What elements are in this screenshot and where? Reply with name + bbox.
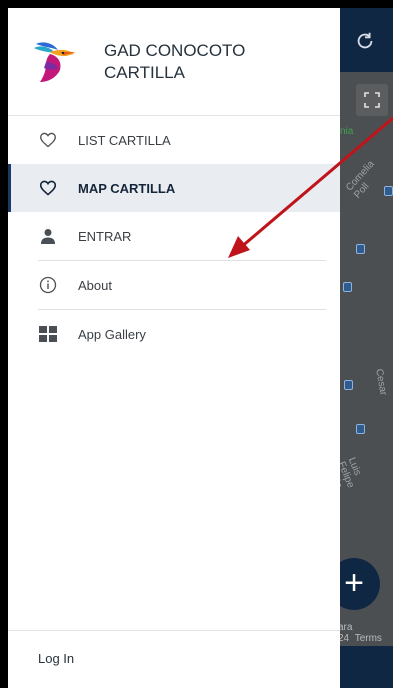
add-fab-button[interactable]: + xyxy=(340,558,380,610)
map-label: Luis Felipe Borja xyxy=(340,456,363,491)
app-title-line: GAD CONOCOTO xyxy=(104,41,246,60)
background-app: nia Comelia Poll Cesar Luis Felipe Borja… xyxy=(340,8,393,688)
login-link[interactable]: Log In xyxy=(38,651,74,666)
terms-link[interactable]: Terms xyxy=(355,633,382,644)
screen-frame: nia Comelia Poll Cesar Luis Felipe Borja… xyxy=(0,0,393,688)
bus-stop-marker[interactable] xyxy=(343,282,352,292)
map-label: Cesar xyxy=(373,368,389,397)
menu-item-about[interactable]: About xyxy=(8,261,340,309)
menu-item-list-cartilla[interactable]: LIST CARTILLA xyxy=(8,116,340,164)
map-label: 24 xyxy=(340,633,350,644)
drawer-header: GAD CONOCOTO CARTILLA xyxy=(8,8,340,116)
app-title: GAD CONOCOTO CARTILLA xyxy=(104,40,324,84)
menu-item-label: App Gallery xyxy=(78,326,146,342)
info-icon xyxy=(38,275,58,295)
bus-stop-marker[interactable] xyxy=(384,186,393,196)
grid-icon xyxy=(38,324,58,344)
user-icon xyxy=(38,226,58,246)
navigation-drawer: GAD CONOCOTO CARTILLA LIST CARTILLA MAP … xyxy=(8,8,340,688)
bus-stop-marker[interactable] xyxy=(356,244,365,254)
menu-item-map-cartilla[interactable]: MAP CARTILLA xyxy=(8,164,340,212)
menu-item-label: MAP CARTILLA xyxy=(78,180,176,196)
map-label: ara xyxy=(340,622,353,633)
menu-item-entrar[interactable]: ENTRAR xyxy=(8,212,340,260)
fullscreen-button[interactable] xyxy=(356,84,388,116)
app-top-bar xyxy=(340,8,393,72)
menu-item-label: LIST CARTILLA xyxy=(78,132,171,148)
heart-outline-icon xyxy=(38,130,58,150)
drawer-footer: Log In xyxy=(8,630,340,688)
map-label: nia xyxy=(340,126,354,137)
app-title-line: CARTILLA xyxy=(104,63,185,82)
hummingbird-logo-icon xyxy=(34,42,76,82)
menu-item-app-gallery[interactable]: App Gallery xyxy=(8,310,340,358)
map-attribution[interactable]: ara 24 Terms xyxy=(340,622,382,644)
refresh-icon[interactable] xyxy=(354,30,376,52)
bus-stop-marker[interactable] xyxy=(356,424,365,434)
map-view[interactable]: nia Comelia Poll Cesar Luis Felipe Borja… xyxy=(340,72,393,646)
app-bottom-bar xyxy=(340,646,393,688)
heart-outline-icon xyxy=(38,178,58,198)
menu-item-label: ENTRAR xyxy=(78,228,132,244)
menu-item-label: About xyxy=(78,277,112,293)
bus-stop-marker[interactable] xyxy=(344,380,353,390)
